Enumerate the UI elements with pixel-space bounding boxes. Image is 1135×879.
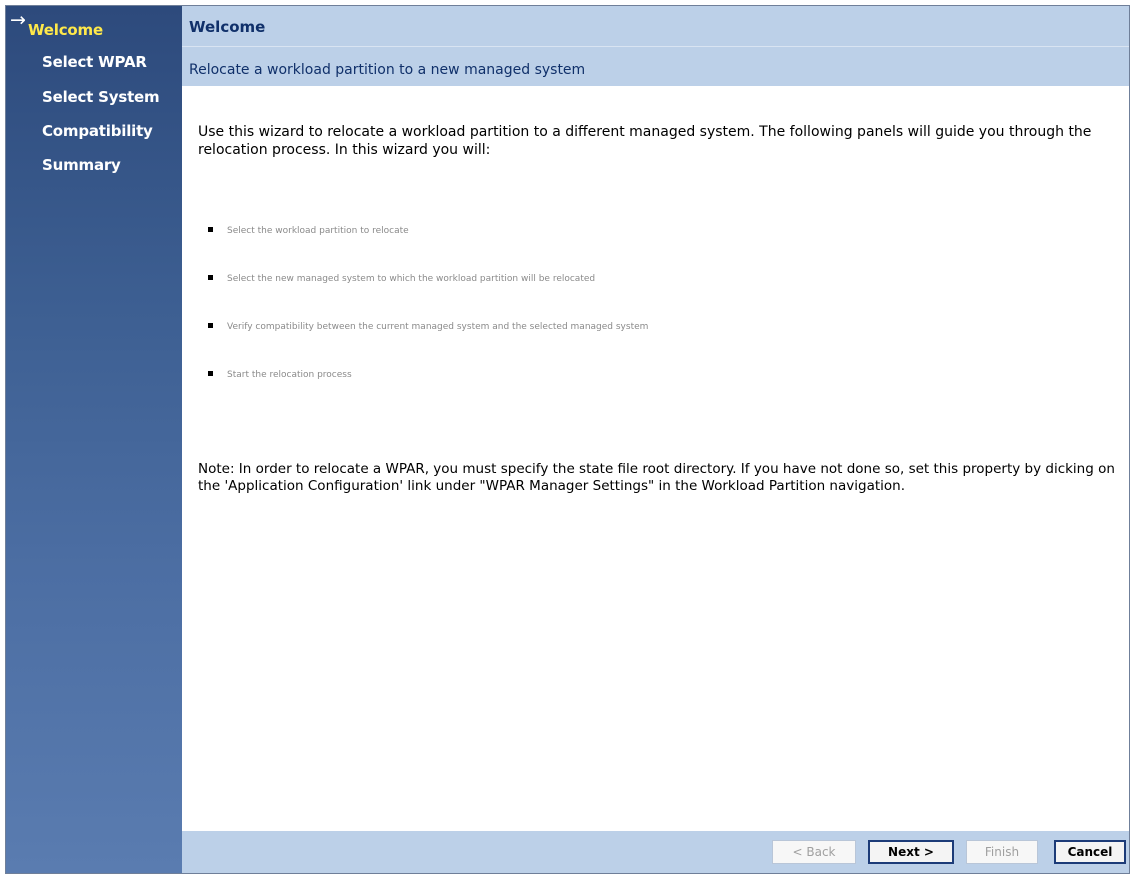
page-subtitle: Relocate a workload partition to a new m… (189, 62, 586, 78)
header-divider (182, 46, 1129, 47)
sidebar-item-summary[interactable]: Summary (42, 156, 121, 174)
list-item: Select the new managed system to which t… (208, 274, 928, 284)
list-item: Start the relocation process (208, 370, 928, 380)
list-item: Select the workload partition to relocat… (208, 226, 928, 236)
bullet-square-icon (208, 227, 213, 232)
wizard-content: Use this wizard to relocate a workload p… (182, 86, 1129, 831)
sidebar-item-select-system[interactable]: Select System (42, 88, 160, 106)
cancel-button[interactable]: Cancel (1054, 840, 1126, 864)
back-button[interactable]: < Back (772, 840, 856, 864)
arrow-right-icon: → (10, 9, 26, 31)
bullet-square-icon (208, 371, 213, 376)
wizard-window: → Welcome Select WPAR Select System Comp… (5, 5, 1130, 874)
page-title: Welcome (189, 18, 266, 36)
sidebar-item-welcome[interactable]: Welcome (28, 21, 103, 39)
next-button[interactable]: Next > (868, 840, 954, 864)
note-text: Note: In order to relocate a WPAR, you m… (198, 461, 1115, 494)
list-item: Verify compatibility between the current… (208, 322, 928, 332)
wizard-footer: < Back Next > Finish Cancel (182, 831, 1129, 873)
bullet-square-icon (208, 275, 213, 280)
sidebar-item-compatibility[interactable]: Compatibility (42, 122, 153, 140)
wizard-step-sidebar: → Welcome Select WPAR Select System Comp… (6, 6, 182, 873)
sidebar-item-select-wpar[interactable]: Select WPAR (42, 53, 147, 71)
intro-text: Use this wizard to relocate a workload p… (198, 124, 1092, 158)
finish-button[interactable]: Finish (966, 840, 1038, 864)
bullet-square-icon (208, 323, 213, 328)
wizard-header: Welcome Relocate a workload partition to… (182, 6, 1129, 86)
wizard-main-panel: Welcome Relocate a workload partition to… (182, 6, 1129, 873)
